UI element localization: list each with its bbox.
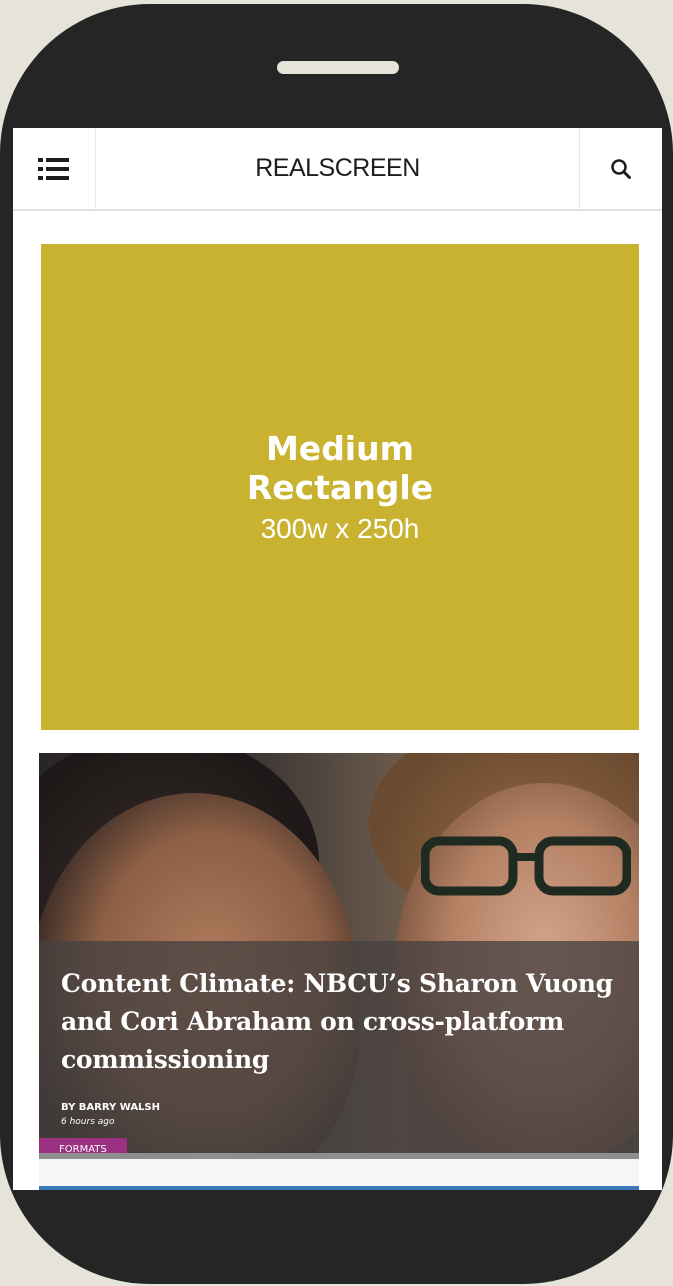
ad-title-line2: Rectangle	[246, 468, 434, 507]
photo-glasses	[421, 836, 631, 896]
phone-speaker	[277, 61, 399, 74]
site-logo[interactable]: REALSCREEN	[97, 128, 578, 209]
article-byline: BY BARRY WALSH	[61, 1102, 160, 1113]
article-timestamp: 6 hours ago	[61, 1117, 115, 1127]
next-article-card	[39, 1159, 639, 1187]
menu-button[interactable]	[13, 128, 96, 209]
ad-size-label: 300w x 250h	[260, 513, 420, 544]
page-content: Medium Rectangle 300w x 250h Content Cli…	[13, 211, 662, 1190]
search-button[interactable]	[579, 128, 662, 209]
category-tag[interactable]: FORMATS	[39, 1138, 127, 1153]
ad-title-line1: Medium	[265, 429, 415, 468]
ad-medium-rectangle[interactable]: Medium Rectangle 300w x 250h	[41, 244, 639, 730]
search-icon	[611, 158, 631, 179]
menu-list-icon	[38, 157, 69, 180]
top-navigation-bar: REALSCREEN	[13, 128, 662, 211]
featured-article-card[interactable]: Content Climate: NBCU’s Sharon Vuong and…	[39, 753, 639, 1153]
article-headline[interactable]: Content Climate: NBCU’s Sharon Vuong and…	[61, 965, 621, 1079]
ad-title: Medium Rectangle	[247, 429, 433, 507]
next-article-accent	[39, 1186, 639, 1190]
